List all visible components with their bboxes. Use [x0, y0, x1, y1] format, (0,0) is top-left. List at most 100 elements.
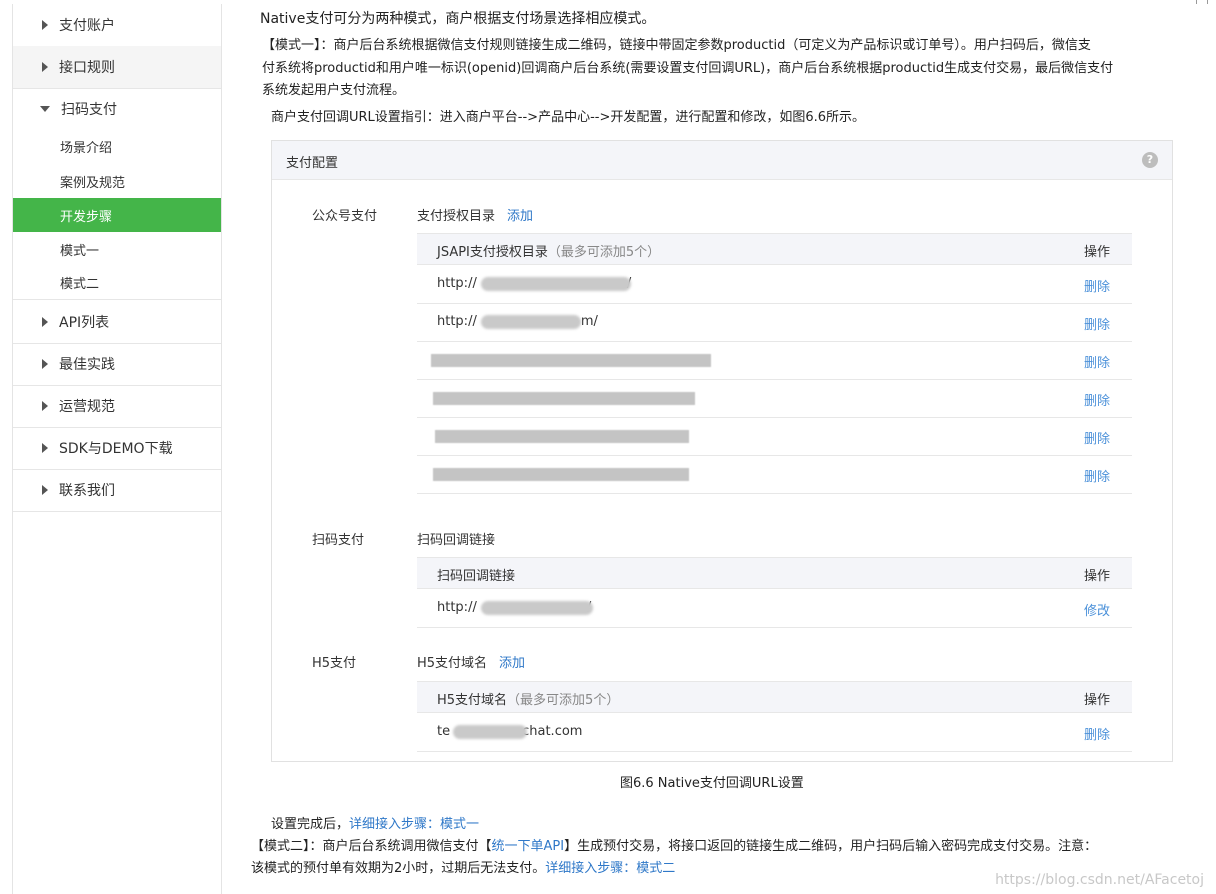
- native-subtitle: 扫码回调链接: [417, 533, 496, 548]
- sidebar-nav: 支付账户 接口规则 扫码支付 场景介绍 案例及规范 开发步骤 模式一 模式二 A…: [12, 4, 222, 894]
- delete-link[interactable]: 删除: [1084, 352, 1110, 371]
- scroll-up-icon[interactable]: [1196, 0, 1208, 4]
- h5-table-header: H5支付域名（最多可添加5个） 操作: [417, 681, 1132, 713]
- delete-link[interactable]: 删除: [1084, 314, 1110, 333]
- mode2-text-c: 该模式的预付单有效期为2小时，过期后无法支付。: [251, 861, 546, 876]
- jsapi-col-note: （最多可添加5个）: [547, 245, 661, 260]
- sidebar-subitem-mode2[interactable]: 模式二: [13, 266, 221, 300]
- caret-right-icon: [42, 443, 48, 453]
- sidebar-subitem-scenario[interactable]: 场景介绍: [13, 129, 221, 163]
- redacted-blur: [481, 277, 631, 291]
- sidebar-item-label: 最佳实践: [59, 357, 115, 373]
- figure-caption: 图6.6 Native支付回调URL设置: [620, 776, 804, 791]
- native-col-action: 操作: [1083, 569, 1110, 584]
- caret-right-icon: [42, 359, 48, 369]
- sidebar-item-label: 联系我们: [59, 483, 115, 499]
- pay-config-panel: 支付配置 ? 公众号支付 支付授权目录 添加 JSAPI支付授权目录（最多可添加5…: [271, 140, 1173, 762]
- url-suffix: chat.com: [522, 724, 583, 739]
- redacted-blur: [433, 468, 689, 481]
- sidebar-item-sdk-demo[interactable]: SDK与DEMO下载: [13, 427, 221, 470]
- redacted-blur: [435, 430, 689, 443]
- unified-order-api-link[interactable]: 统一下单API: [492, 839, 565, 854]
- mode1-text-line2: 付系统将productid和用户唯一标识(openid)回调商户后台系统(需要设…: [262, 61, 1114, 76]
- sidebar-item-pay-account[interactable]: 支付账户: [13, 4, 221, 47]
- callback-guide-text: 商户支付回调URL设置指引：进入商户平台-->产品中心-->开发配置，进行配置和…: [271, 110, 866, 125]
- redacted-blur: [481, 601, 593, 615]
- table-row: 删除: [417, 341, 1132, 380]
- native-col-url: 扫码回调链接: [437, 569, 516, 584]
- table-row: te chat.com 删除: [417, 713, 1132, 752]
- sidebar-item-label: 接口规则: [59, 60, 115, 76]
- redacted-blur: [453, 725, 527, 739]
- mode1-text-line1: 【模式一】：商户后台系统根据微信支付规则链接生成二维码，链接中带固定参数prod…: [262, 38, 1091, 53]
- sidebar-subitem-mode1[interactable]: 模式一: [13, 232, 221, 266]
- mode2-text-line1: 【模式二】：商户后台系统调用微信支付【统一下单API】生成预付交易，将接口返回的…: [251, 836, 1097, 858]
- caret-right-icon: [42, 485, 48, 495]
- url-prefix: http://: [437, 600, 477, 615]
- jsapi-table-header: JSAPI支付授权目录（最多可添加5个） 操作: [417, 233, 1132, 265]
- redacted-blur: [431, 354, 711, 367]
- jsapi-col-dir: JSAPI支付授权目录（最多可添加5个）: [437, 241, 660, 260]
- table-row: 删除: [417, 417, 1132, 456]
- url-suffix: m/: [580, 314, 598, 329]
- sidebar-item-best-practice[interactable]: 最佳实践: [13, 343, 221, 386]
- jsapi-col-dir-text: JSAPI支付授权目录: [437, 245, 548, 260]
- mode2-text-line2: 该模式的预付单有效期为2小时，过期后无法支付。详细接入步骤：模式二: [251, 858, 675, 880]
- table-row: 删除: [417, 379, 1132, 418]
- caret-down-icon: [40, 106, 50, 112]
- mode2-steps-link[interactable]: 详细接入步骤：模式二: [545, 861, 675, 876]
- caret-right-icon: [42, 20, 48, 30]
- delete-link[interactable]: 删除: [1084, 276, 1110, 295]
- jsapi-subtitle: 支付授权目录 添加: [417, 205, 533, 224]
- jsapi-col-action: 操作: [1083, 245, 1110, 260]
- sidebar-item-scan-pay[interactable]: 扫码支付: [13, 88, 221, 130]
- watermark: https://blog.csdn.net/AFacetoj: [995, 872, 1204, 888]
- after-setup-prefix: 设置完成后，: [271, 817, 350, 832]
- section-label-jsapi: 公众号支付: [312, 209, 378, 224]
- jsapi-add-link[interactable]: 添加: [507, 209, 533, 224]
- caret-right-icon: [42, 62, 48, 72]
- caret-right-icon: [42, 401, 48, 411]
- native-table-header: 扫码回调链接 操作: [417, 557, 1132, 589]
- url-prefix: http://: [437, 314, 477, 329]
- help-circle-icon[interactable]: ?: [1142, 152, 1158, 168]
- sidebar-item-label: 运营规范: [59, 399, 115, 415]
- sidebar-item-api-list[interactable]: API列表: [13, 301, 221, 344]
- delete-link[interactable]: 删除: [1084, 390, 1110, 409]
- mode1-steps-link[interactable]: 详细接入步骤：模式一: [349, 817, 479, 832]
- sidebar-item-label: API列表: [59, 315, 110, 331]
- h5-col-domain: H5支付域名（最多可添加5个）: [437, 689, 619, 708]
- table-row: http:// m/ 删除: [417, 303, 1132, 342]
- modify-link[interactable]: 修改: [1084, 600, 1110, 619]
- section-label-native: 扫码支付: [312, 533, 365, 548]
- sidebar-item-ops-rules[interactable]: 运营规范: [13, 385, 221, 428]
- h5-col-note: （最多可添加5个）: [507, 693, 620, 708]
- h5-col-domain-text: H5支付域名: [437, 693, 508, 708]
- url-prefix: http://: [437, 276, 477, 291]
- redacted-blur: [433, 392, 695, 405]
- delete-link[interactable]: 删除: [1084, 466, 1110, 485]
- delete-link[interactable]: 删除: [1084, 724, 1110, 743]
- mode2-text-a: 【模式二】：商户后台系统调用微信支付【: [251, 839, 492, 854]
- sidebar-item-label: SDK与DEMO下载: [59, 441, 173, 457]
- h5-col-action: 操作: [1083, 693, 1110, 708]
- redacted-blur: [481, 315, 581, 329]
- panel-header: 支付配置 ?: [272, 141, 1172, 180]
- after-setup-text: 设置完成后，详细接入步骤：模式一: [271, 814, 479, 836]
- sidebar-subitem-dev-steps[interactable]: 开发步骤: [13, 198, 221, 232]
- delete-link[interactable]: 删除: [1084, 428, 1110, 447]
- panel-title: 支付配置: [286, 156, 339, 171]
- table-row: http:/// 修改: [417, 589, 1132, 628]
- h5-subtitle-text: H5支付域名: [417, 656, 488, 671]
- jsapi-subtitle-text: 支付授权目录: [417, 209, 496, 224]
- sidebar-item-interface-rules[interactable]: 接口规则: [13, 46, 221, 89]
- sidebar-item-label: 支付账户: [59, 18, 115, 34]
- mode1-text-line3: 系统发起用户支付流程。: [262, 83, 406, 98]
- h5-subtitle: H5支付域名 添加: [417, 652, 525, 671]
- table-row: http:/// 删除: [417, 265, 1132, 304]
- sidebar-item-label: 扫码支付: [61, 102, 117, 118]
- h5-add-link[interactable]: 添加: [499, 656, 525, 671]
- sidebar-item-contact[interactable]: 联系我们: [13, 469, 221, 512]
- sidebar-subitem-cases[interactable]: 案例及规范: [13, 164, 221, 198]
- mode2-text-b: 】生成预付交易，将接口返回的链接生成二维码，用户扫码后输入密码完成支付交易。注意…: [564, 839, 1098, 854]
